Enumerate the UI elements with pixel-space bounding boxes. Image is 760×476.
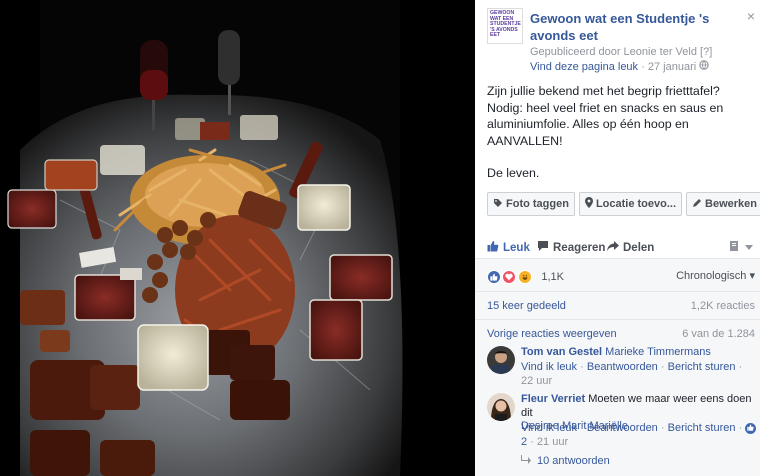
avatar[interactable]: [487, 393, 515, 421]
photo-tools: Foto taggen Locatie toevo... Bewerken: [487, 192, 760, 216]
close-icon[interactable]: ×: [747, 8, 755, 24]
chevron-down-icon: [745, 242, 753, 254]
comment-label: Reageren: [553, 241, 606, 254]
tag-photo-button[interactable]: Foto taggen: [487, 192, 575, 216]
post-paragraph: De leven.: [487, 166, 540, 180]
post-date[interactable]: 27 januari: [648, 61, 696, 73]
separator: ·: [530, 435, 534, 448]
post-header: GEWOON WAT EEN STUDENTJE 'S AVONDS EET G…: [487, 8, 755, 73]
published-by: Gepubliceerd door Leonie ter Veld [?]: [530, 46, 712, 58]
location-pin-icon: [584, 197, 593, 211]
chevron-down-icon: ▾: [749, 270, 755, 282]
reaction-count: 1,1K: [541, 270, 564, 283]
reaction-summary[interactable]: 1,1K Chronologisch ▾: [487, 268, 757, 284]
post-text: Zijn jullie bekend met het begrip friett…: [487, 83, 753, 182]
share-label: Delen: [623, 241, 655, 254]
sort-label: Chronologisch: [676, 270, 747, 282]
comment-like-count[interactable]: 2: [521, 436, 527, 448]
add-location-label: Locatie toevo...: [595, 198, 677, 210]
published-by-text: Gepubliceerd door Leonie ter Veld: [530, 46, 697, 58]
fries-table-image: [0, 0, 475, 476]
like-reaction-icon: [745, 422, 757, 434]
view-replies-link[interactable]: 10 antwoorden: [521, 455, 610, 467]
share-icon: [607, 240, 619, 255]
comment-like-link[interactable]: Vind ik leuk: [521, 422, 577, 434]
post-paragraph: Zijn jullie bekend met het begrip friett…: [487, 84, 724, 148]
separator: ·: [660, 422, 665, 434]
comment-message-link[interactable]: Bericht sturen: [668, 422, 736, 434]
comments-shown-count: 6 van de 1.284: [682, 328, 755, 340]
tag-icon: [493, 198, 503, 211]
shares-link[interactable]: 15 keer gedeeld: [487, 300, 566, 312]
divider: [475, 291, 760, 292]
haha-reaction-icon: [517, 269, 532, 284]
separator: ·: [641, 61, 645, 73]
comment-mention[interactable]: Marieke Timmermans: [605, 346, 711, 358]
sort-dropdown[interactable]: Chronologisch ▾: [676, 269, 755, 282]
edit-button[interactable]: Bewerken: [686, 192, 760, 216]
separator: ·: [738, 361, 743, 373]
comment-actions: Vind ik leuk · Beantwoorden · Bericht st…: [521, 422, 757, 449]
like-button[interactable]: Leuk: [487, 240, 530, 255]
pencil-icon: [692, 198, 702, 211]
post-actions: Leuk Reageren Delen: [487, 240, 757, 256]
post-sidebar: GEWOON WAT EEN STUDENTJE 'S AVONDS EET G…: [475, 0, 760, 476]
like-page-link[interactable]: Vind deze pagina leuk: [530, 61, 638, 73]
logo-line: EET: [490, 32, 501, 39]
comment: Tom van Gestel Marieke Timmermans Vind i…: [487, 346, 757, 392]
comment-author[interactable]: Tom van Gestel: [521, 346, 602, 358]
thumbs-up-icon: [487, 240, 499, 255]
globe-icon: [699, 60, 709, 73]
comment-total: 1,2K reacties: [690, 300, 755, 312]
share-button[interactable]: Delen: [607, 240, 654, 255]
comment-author[interactable]: Fleur Verriet: [521, 393, 585, 405]
separator: ·: [738, 422, 743, 434]
comment-actions: Vind ik leuk · Beantwoorden · Bericht st…: [521, 361, 757, 388]
separator: ·: [580, 361, 584, 373]
comment-time[interactable]: 22 uur: [521, 375, 552, 387]
page-logo[interactable]: GEWOON WAT EEN STUDENTJE 'S AVONDS EET: [487, 8, 523, 44]
page-icon: [729, 240, 741, 255]
love-reaction-icon: [502, 269, 517, 284]
replies-label: 10 antwoorden: [537, 455, 610, 467]
previous-comments-link[interactable]: Vorige reacties weergeven: [487, 328, 617, 340]
like-label: Leuk: [503, 241, 530, 254]
separator: ·: [660, 361, 665, 373]
like-reaction-icon: [487, 269, 501, 284]
page-name-link[interactable]: Gewoon wat een Studentje 's avonds eet: [530, 10, 740, 44]
comment-icon: [537, 240, 549, 255]
post-photo[interactable]: [0, 0, 475, 476]
comment-reply-link[interactable]: Beantwoorden: [587, 422, 658, 434]
comment-time[interactable]: 21 uur: [537, 436, 568, 448]
tag-photo-label: Foto taggen: [506, 198, 569, 210]
edit-label: Bewerken: [705, 198, 757, 210]
comment: Fleur Verriet Moeten we maar weer eens d…: [487, 393, 757, 451]
comment-body: Tom van Gestel Marieke Timmermans: [521, 346, 753, 360]
published-help[interactable]: [?]: [700, 46, 712, 58]
page-meta: Vind deze pagina leuk · 27 januari: [530, 60, 709, 73]
comment-like-link[interactable]: Vind ik leuk: [521, 361, 577, 373]
avatar[interactable]: [487, 346, 515, 374]
comment-reply-link[interactable]: Beantwoorden: [587, 361, 658, 373]
add-location-button[interactable]: Locatie toevo...: [578, 192, 683, 216]
divider: [475, 319, 760, 320]
reply-arrow-icon: [521, 455, 531, 467]
viewer-menu[interactable]: [729, 240, 753, 255]
separator: ·: [580, 422, 584, 434]
comment-message-link[interactable]: Bericht sturen: [668, 361, 736, 373]
